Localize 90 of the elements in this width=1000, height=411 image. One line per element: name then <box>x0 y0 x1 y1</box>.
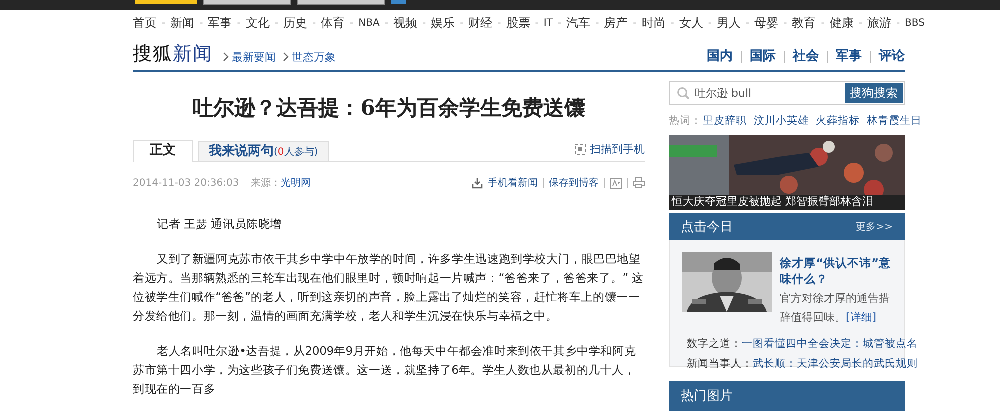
nav-separator: - <box>896 18 900 28</box>
channel-link[interactable]: 国际 <box>741 51 784 63</box>
nav-separator: - <box>784 18 788 28</box>
nav-separator: - <box>670 18 674 28</box>
item-label: 新闻当事人： <box>687 357 753 372</box>
feature-summary: 官方对徐才厚的通告措辞值得回味。[详细] <box>780 291 891 326</box>
nav-separator: - <box>200 18 204 28</box>
nav-link[interactable]: 财经 <box>468 14 493 32</box>
article-paragraph: 又到了新疆阿克苏市依干其乡中学中午放学的时间，许多学生迅速跑到学校大门，眼巴巴地望着远方。当那辆熟悉的三轮车出现在他们眼里时，顿时响起一片喊声：“爸爸来了，爸爸来了。” 这位被学生们喊作“爸爸”的老人，听到这亲切的声音，脸上露出了灿烂的笑容，赶忙将车上的馕一一分发给他们。那一刻，温情的画面充满学校，老人和学生沉浸在快乐与幸福之中。 <box>133 251 645 325</box>
hot-word-link[interactable]: 火葬指标 <box>816 114 860 128</box>
source-link[interactable]: 光明网 <box>281 176 312 190</box>
chevron-icon <box>283 52 289 62</box>
nav-link[interactable]: 文化 <box>246 14 270 32</box>
nav-link[interactable]: 汽车 <box>566 14 591 32</box>
nav-separator: - <box>384 18 388 28</box>
search-button[interactable]: 搜狗搜索 <box>845 83 903 103</box>
panel-title: 点击今日 <box>681 218 733 236</box>
nav-link[interactable]: 女人 <box>679 14 704 32</box>
hot-word-link[interactable]: 里皮辞职 <box>703 114 747 128</box>
print-icon[interactable] <box>633 177 645 189</box>
nav-link[interactable]: 教育 <box>792 14 816 32</box>
nav-link[interactable]: 历史 <box>283 14 308 32</box>
nav-separator: - <box>708 18 712 28</box>
feature-headline[interactable]: 徐才厚“供认不讳”意味什么？ <box>780 255 894 287</box>
nav-link[interactable]: 首页 <box>133 14 157 32</box>
article-title: 吐尔逊？达吾提：6年为百余学生免费送馕 <box>192 94 586 122</box>
nav-separator: - <box>558 18 562 28</box>
channel-link[interactable]: 社会 <box>784 51 827 63</box>
hot-word-link[interactable]: 林青霞生日 <box>867 114 922 128</box>
nav-link[interactable]: 男人 <box>717 14 741 32</box>
nav-link[interactable]: 股票 <box>506 14 530 32</box>
nav-separator: - <box>274 18 278 28</box>
search-field[interactable]: 吐尔逊 bull 搜狗搜索 <box>669 81 905 105</box>
font-size-icon[interactable] <box>610 178 622 188</box>
nav-separator: - <box>422 18 426 28</box>
publish-date: 2014-11-03 20:36:03 <box>133 178 240 188</box>
site-logo[interactable]: 搜狐新闻 <box>133 41 213 67</box>
tab[interactable]: 正文 <box>133 140 193 162</box>
nav-link[interactable]: IT <box>544 18 553 28</box>
nav-link[interactable]: 健康 <box>830 14 854 32</box>
action-link[interactable]: 手机看新闻 <box>488 176 538 190</box>
nav-link[interactable]: 体育 <box>321 14 346 32</box>
channel-link[interactable]: 国内 <box>699 51 741 63</box>
nav-separator: - <box>350 18 354 28</box>
logo-strip <box>135 0 197 4</box>
nav-link[interactable]: 母婴 <box>754 14 779 32</box>
item-link[interactable]: 武长顺：天津公安局长的武氏规则 <box>753 356 918 373</box>
nav-separator: - <box>460 18 464 28</box>
nav-link[interactable]: 军事 <box>208 14 232 32</box>
channel-link[interactable]: 军事 <box>827 51 870 63</box>
password-field[interactable] <box>297 0 385 5</box>
nav-link[interactable]: BBS <box>905 18 925 28</box>
nav-separator: - <box>821 18 825 28</box>
breadcrumb-link[interactable]: 最新要闻 <box>232 50 276 64</box>
detail-link[interactable]: [详细] <box>846 311 877 324</box>
more-link[interactable]: 更多>> <box>856 220 893 234</box>
nav-separator: - <box>596 18 600 28</box>
nav-separator: - <box>162 18 166 28</box>
search-icon <box>677 86 690 100</box>
breadcrumb-link[interactable]: 世态万象 <box>292 50 336 64</box>
item-label: 数字之道： <box>687 337 742 352</box>
nav-separator: - <box>535 18 539 28</box>
qr-code-icon <box>575 144 586 155</box>
nav-separator: - <box>312 18 316 28</box>
item-link[interactable]: 一图看懂四中全会决定：城管被点名 <box>742 336 918 353</box>
login-field[interactable] <box>203 0 291 5</box>
nav-separator: - <box>746 18 750 28</box>
nav-link[interactable]: NBA <box>358 18 380 28</box>
action-link[interactable]: 保存到博客 <box>549 176 599 190</box>
nav-link[interactable]: 时尚 <box>642 14 666 32</box>
nav-link[interactable]: 旅游 <box>867 14 892 32</box>
nav-link[interactable]: 房产 <box>604 14 628 32</box>
nav-link[interactable]: 新闻 <box>170 14 195 32</box>
tab[interactable]: 我来说两句(0人参与) <box>198 141 330 161</box>
scan-link[interactable]: 扫描到手机 <box>590 142 645 157</box>
chevron-icon <box>223 52 229 62</box>
nav-link[interactable]: 视频 <box>393 14 418 32</box>
nav-separator: - <box>498 18 502 28</box>
channel-link[interactable]: 评论 <box>870 51 905 63</box>
hot-words-label: 热词： <box>669 114 702 128</box>
hot-word-link[interactable]: 汶川小英雄 <box>754 114 809 128</box>
nav-separator: - <box>858 18 862 28</box>
nav-link[interactable]: 娱乐 <box>431 14 456 32</box>
source-label: 来源： <box>251 176 282 190</box>
nav-separator: - <box>237 18 241 28</box>
article-paragraph: 记者 王瑟 通讯员陈晓增 <box>156 216 283 233</box>
download-icon <box>472 178 483 188</box>
panel-title: 热门图片 <box>681 388 733 405</box>
article-paragraph: 老人名叫吐尔逊•达吾提，从2009年9月开始，他每天中午都会准时来到依干其乡中学和阿克苏市第十四小学，为这些孩子们免费送馕。这一送，就坚持了6年。学生人数也从最初的几十人，到现在的一百多 <box>133 343 638 398</box>
nav-separator: - <box>633 18 637 28</box>
